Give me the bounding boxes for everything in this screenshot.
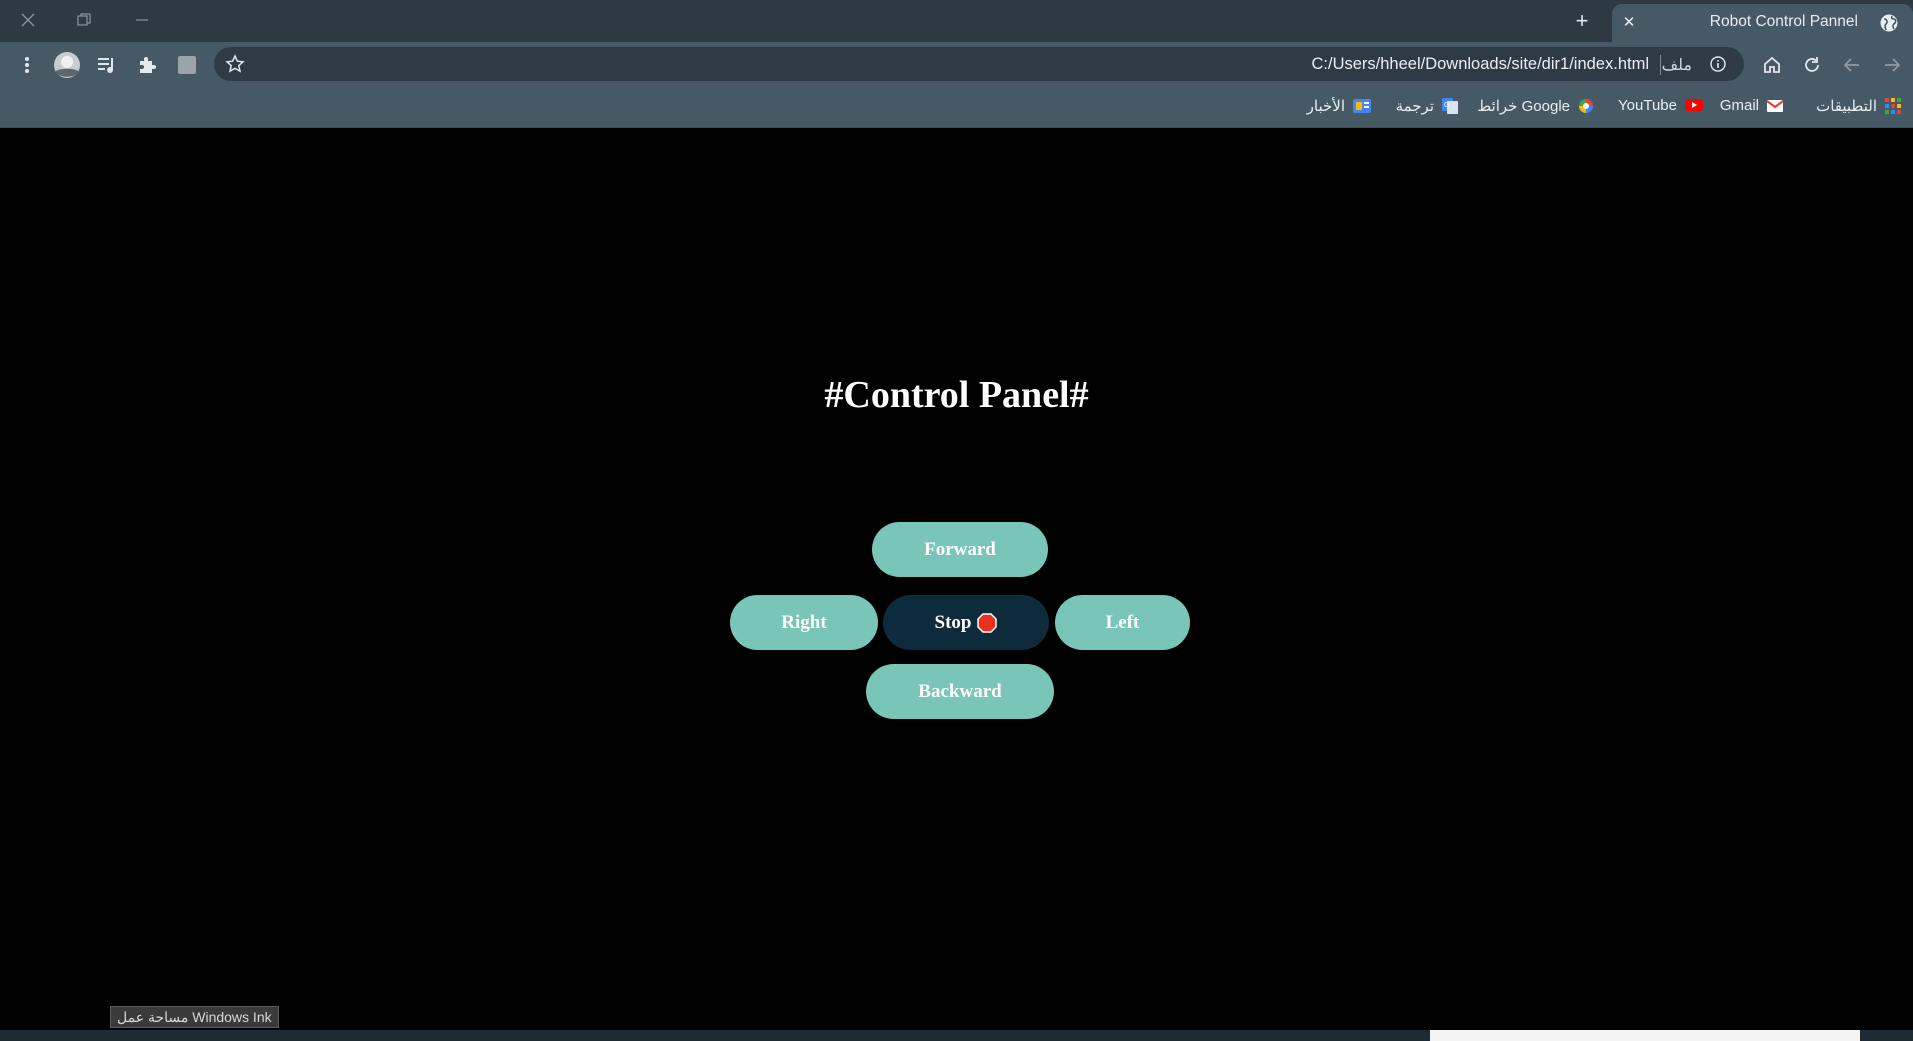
right-button-label: Right	[781, 611, 827, 633]
bookmark-label: التطبيقات	[1816, 98, 1877, 115]
left-button[interactable]: Left	[1055, 595, 1190, 650]
extension-app-icon[interactable]	[172, 50, 202, 80]
right-button[interactable]: Right	[730, 595, 878, 650]
menu-icon[interactable]	[12, 50, 42, 80]
tab-robot-control[interactable]: ✕ Robot Control Pannel	[1612, 4, 1913, 42]
backward-button[interactable]: Backward	[866, 664, 1054, 719]
bookmark-label: ترجمة	[1395, 98, 1434, 115]
stop-sign-icon	[977, 612, 998, 633]
profile-avatar[interactable]	[52, 50, 82, 80]
bookmark-translate[interactable]: ترجمة G	[1396, 97, 1458, 115]
maps-icon	[1578, 98, 1594, 114]
globe-icon	[1879, 13, 1899, 33]
new-tab-button[interactable]: +	[1565, 7, 1599, 35]
url-scheme-label: ملف	[1661, 57, 1692, 74]
bookmark-apps[interactable]: التطبيقات	[1816, 97, 1901, 115]
forward-icon[interactable]	[1877, 50, 1907, 80]
reload-icon[interactable]	[1797, 50, 1827, 80]
translate-icon: G	[1442, 98, 1458, 114]
bookmark-google-maps[interactable]: خرائط Google	[1477, 97, 1594, 115]
close-window-icon[interactable]	[11, 6, 45, 34]
stop-button[interactable]: Stop	[883, 595, 1049, 650]
extensions-icon[interactable]	[132, 50, 162, 80]
tab-title: Robot Control Pannel	[1709, 13, 1858, 30]
youtube-icon	[1685, 98, 1703, 114]
browser-toolbar: C:/Users/hheel/Downloads/site/dir1/index…	[0, 42, 1913, 87]
title-bar: + ✕ Robot Control Pannel	[0, 0, 1913, 42]
bookmark-label: الأخبار	[1306, 98, 1345, 115]
restore-window-icon[interactable]	[67, 6, 101, 34]
bookmark-label: خرائط Google	[1477, 98, 1570, 115]
news-icon	[1353, 98, 1371, 114]
forward-button-label: Forward	[924, 538, 996, 560]
bookmark-news[interactable]: الأخبار	[1306, 97, 1371, 115]
tab-close-icon[interactable]: ✕	[1620, 13, 1638, 31]
gmail-icon	[1766, 98, 1784, 114]
left-button-label: Left	[1105, 611, 1140, 633]
address-bar[interactable]: C:/Users/hheel/Downloads/site/dir1/index…	[214, 47, 1744, 81]
page-content: #Control Panel# Forward Right Stop Left …	[0, 128, 1913, 1030]
minimize-window-icon[interactable]	[125, 6, 159, 34]
svg-text:G: G	[1444, 102, 1449, 109]
stop-button-label: Stop	[934, 611, 972, 633]
bookmark-gmail[interactable]: Gmail	[1719, 97, 1784, 114]
home-icon[interactable]	[1757, 50, 1787, 80]
back-icon[interactable]	[1837, 50, 1867, 80]
bookmark-youtube[interactable]: YouTube	[1618, 97, 1703, 114]
apps-grid-icon	[1885, 98, 1901, 114]
taskbar-search-area[interactable]	[1430, 1030, 1860, 1041]
url-text: C:/Users/hheel/Downloads/site/dir1/index…	[1311, 55, 1650, 73]
forward-button[interactable]: Forward	[872, 522, 1048, 577]
star-icon[interactable]	[220, 49, 250, 79]
bookmark-label: Gmail	[1719, 97, 1759, 114]
bookmark-label: YouTube	[1618, 97, 1677, 114]
backward-button-label: Backward	[918, 680, 1002, 702]
info-icon[interactable]	[1710, 56, 1726, 72]
bookmarks-bar: التطبيقات Gmail YouTube خرائط Google ترج…	[0, 87, 1913, 128]
page-title: #Control Panel#	[824, 374, 1089, 416]
windows-ink-tooltip: مساحة عمل Windows Ink	[110, 1006, 279, 1028]
media-queue-icon[interactable]	[92, 50, 122, 80]
